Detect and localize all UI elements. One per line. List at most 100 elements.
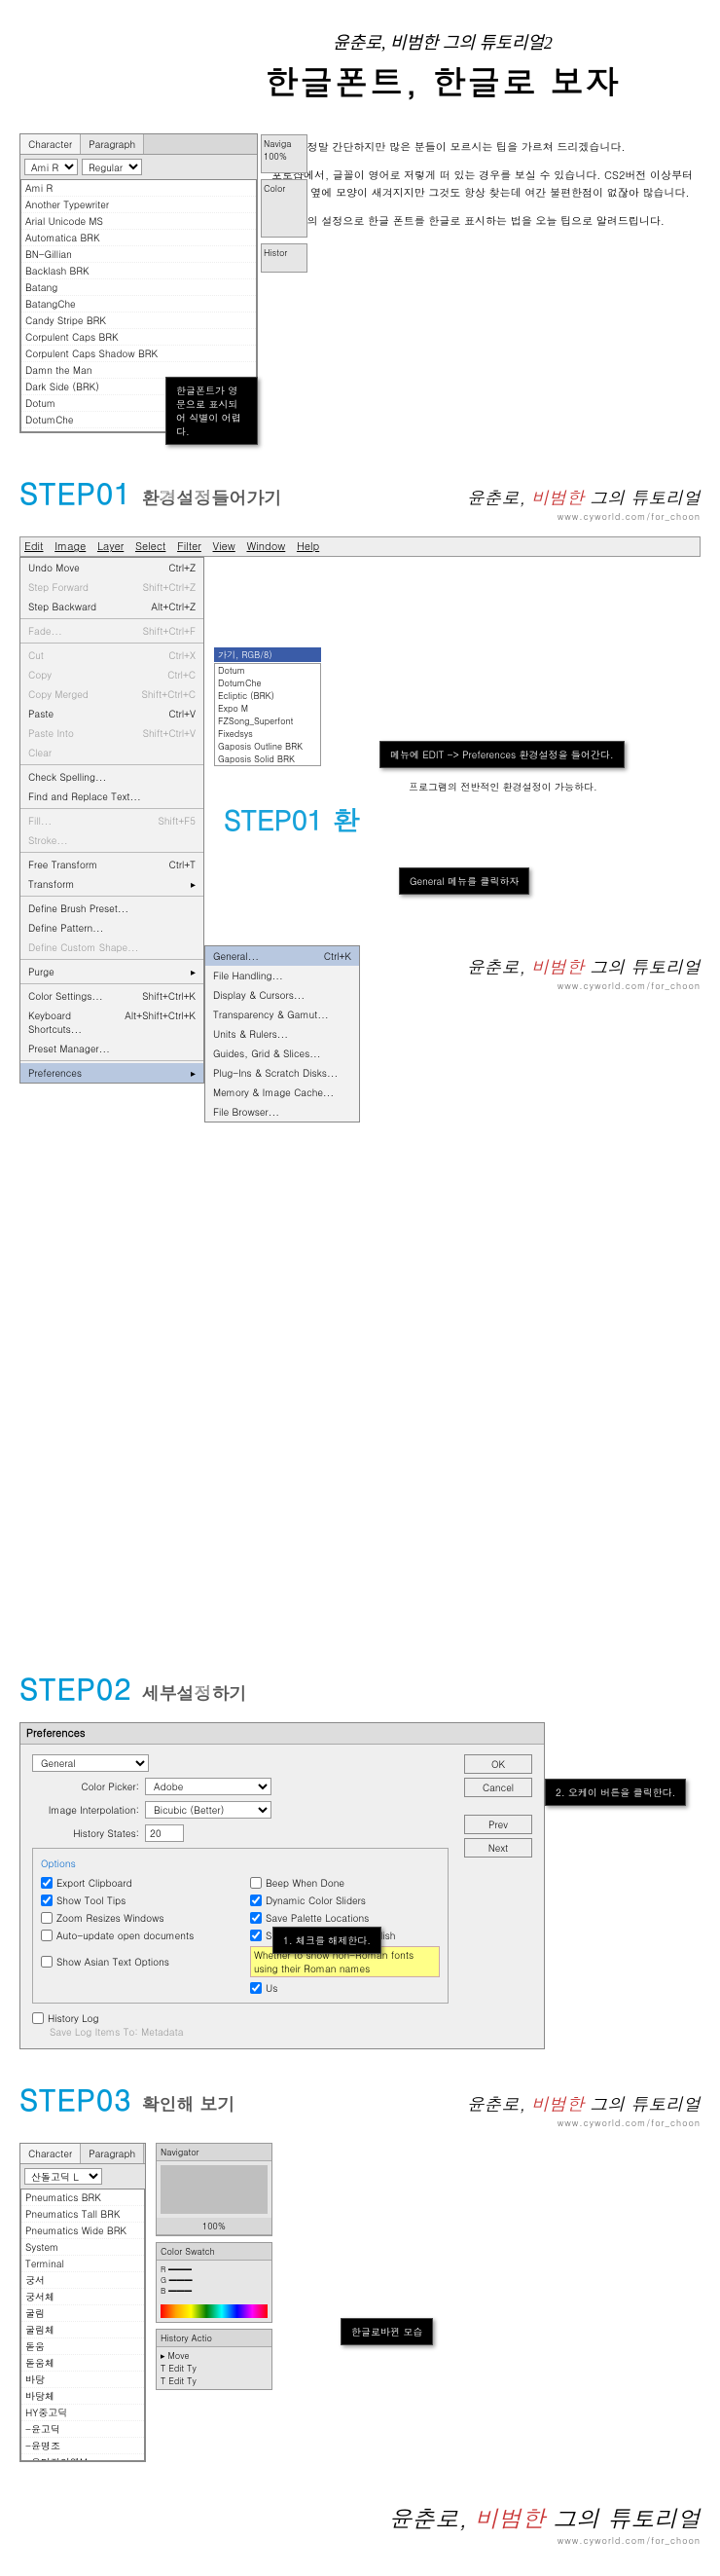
font-list-korean[interactable]: Pneumatics BRKPneumatics Tall BRKPneumat… (20, 2189, 145, 2461)
tab-paragraph[interactable]: Paragraph (81, 134, 144, 154)
font-item[interactable]: -윤디자인웹M (21, 2454, 144, 2461)
menu-select[interactable]: Select (135, 539, 165, 554)
font-item[interactable]: 돋움 (21, 2338, 144, 2355)
tab-character[interactable]: Character (20, 2144, 81, 2163)
preferences-dialog: Preferences General Color Picker: Adobe … (19, 1722, 545, 2049)
tiny-fontlist: DotumDotumCheEcliptic (BRK)Expo MFZSong_… (214, 663, 321, 766)
color-picker-select[interactable]: Adobe (145, 1778, 271, 1795)
font-item[interactable]: -윤명조 (21, 2438, 144, 2454)
submenu-item[interactable]: General...Ctrl+K (205, 946, 359, 966)
prev-button[interactable]: Prev (464, 1815, 532, 1834)
interp-select[interactable]: Bicubic (Better) (145, 1801, 271, 1819)
signature-url: www.cyworld.com/for_choon (466, 979, 701, 992)
callout-click-general: General 메뉴를 클릭하자 (399, 867, 529, 895)
font-item[interactable]: Corpulent Caps BRK (21, 329, 256, 346)
submenu-item[interactable]: Memory & Image Cache... (205, 1083, 359, 1102)
chk-export-clipboard[interactable] (41, 1877, 53, 1889)
next-button[interactable]: Next (464, 1838, 532, 1858)
font-item[interactable]: 궁서 (21, 2272, 144, 2289)
chk-font-english[interactable] (250, 1930, 262, 1941)
color-picker-label: Color Picker: (32, 1780, 139, 1793)
font-item[interactable]: Corpulent Caps Shadow BRK (21, 346, 256, 362)
submenu-item[interactable]: Transparency & Gamut... (205, 1005, 359, 1024)
font-item[interactable]: Automatica BRK (21, 230, 256, 246)
callout-click-ok: 2. 오케이 버튼을 클릭한다. (545, 1779, 686, 1806)
menu-item[interactable]: Preset Manager... (20, 1039, 203, 1058)
font-item[interactable]: Terminal (21, 2256, 144, 2272)
menu-view[interactable]: View (213, 539, 235, 554)
menu-item[interactable]: PasteCtrl+V (20, 704, 203, 723)
menu-item[interactable]: Purge▸ (20, 962, 203, 981)
chk-asian-text[interactable] (41, 1956, 53, 1968)
chk-save-palette[interactable] (250, 1912, 262, 1924)
menu-edit[interactable]: Edit (24, 539, 44, 554)
menu-window[interactable]: Window (246, 539, 285, 554)
menu-item[interactable]: Color Settings...Shift+Ctrl+K (20, 986, 203, 1006)
tab-character[interactable]: Character (20, 134, 81, 154)
font-item[interactable]: Ami R (21, 180, 256, 197)
font-item[interactable]: Candy Stripe BRK (21, 313, 256, 329)
menu-item[interactable]: Transform▸ (20, 874, 203, 894)
chk-tooltips[interactable] (41, 1895, 53, 1906)
history-states-input[interactable] (145, 1824, 184, 1842)
menu-help[interactable]: Help (297, 539, 319, 554)
submenu-item[interactable]: File Browser... (205, 1102, 359, 1122)
chk-zoom-resizes[interactable] (41, 1912, 53, 1924)
menu-item[interactable]: Step BackwardAlt+Ctrl+Z (20, 597, 203, 616)
weight-select[interactable]: Regular (82, 159, 142, 175)
font-item[interactable]: 돋움체 (21, 2355, 144, 2372)
chk-use[interactable] (250, 1982, 262, 1994)
menu-item[interactable]: Define Brush Preset... (20, 899, 203, 918)
font-item[interactable]: Pneumatics Wide BRK (21, 2223, 144, 2239)
font-item[interactable]: Another Typewriter (21, 197, 256, 213)
submenu-item[interactable]: Display & Cursors... (205, 985, 359, 1005)
tab-paragraph[interactable]: Paragraph (81, 2144, 144, 2163)
callout-english-fonts: 한글폰트가 영문으로 표시되어 식별이 어렵다. (165, 377, 258, 445)
font-item[interactable]: BN-Gillian (21, 246, 256, 263)
menu-item[interactable]: Check Spelling... (20, 767, 203, 787)
submenu-item[interactable]: Plug-Ins & Scratch Disks... (205, 1063, 359, 1083)
preferences-submenu[interactable]: General...Ctrl+KFile Handling...Display … (204, 945, 360, 1122)
chk-dynamic-sliders[interactable] (250, 1895, 262, 1906)
callout-uncheck: 1. 체크를 해제한다. (272, 1927, 381, 1954)
font-select-result[interactable]: 산돌고딕 L (24, 2168, 102, 2185)
chk-beep[interactable] (250, 1877, 262, 1889)
menu-item[interactable]: Free TransformCtrl+T (20, 855, 203, 874)
header-title: 한글폰트, 한글로 보자 (185, 56, 701, 104)
menu-item[interactable]: Find and Replace Text... (20, 787, 203, 806)
menu-item[interactable]: Undo MoveCtrl+Z (20, 558, 203, 577)
submenu-item[interactable]: File Handling... (205, 966, 359, 985)
menu-layer[interactable]: Layer (97, 539, 124, 554)
menu-item[interactable]: Keyboard Shortcuts...Alt+Shift+Ctrl+K (20, 1006, 203, 1039)
font-item[interactable]: System (21, 2239, 144, 2256)
menu-item: Step ForwardShift+Ctrl+Z (20, 577, 203, 597)
color-panel: Color Swatch R ▬▬▬G ▬▬▬B ▬▬▬ (156, 2242, 272, 2323)
prefs-section-select[interactable]: General (32, 1754, 149, 1772)
font-item[interactable]: Pneumatics Tall BRK (21, 2206, 144, 2223)
font-item[interactable]: Backlash BRK (21, 263, 256, 279)
chk-history-log[interactable] (32, 2012, 44, 2024)
font-item[interactable]: 굴림체 (21, 2322, 144, 2338)
submenu-item[interactable]: Guides, Grid & Slices... (205, 1044, 359, 1063)
font-select[interactable]: Ami R (24, 159, 78, 175)
font-item[interactable]: 굴림 (21, 2305, 144, 2322)
ok-button[interactable]: OK (464, 1754, 532, 1774)
submenu-item[interactable]: Units & Rulers... (205, 1024, 359, 1044)
menu-item[interactable]: Preferences▸ (20, 1063, 203, 1083)
font-item[interactable]: BatangChe (21, 296, 256, 313)
menu-image[interactable]: Image (54, 539, 86, 554)
font-item[interactable]: Batang (21, 279, 256, 296)
font-item[interactable]: HY중고딕 (21, 2405, 144, 2421)
font-item[interactable]: -윤고딕 (21, 2421, 144, 2438)
menu-item[interactable]: Define Pattern... (20, 918, 203, 938)
font-item[interactable]: Arial Unicode MS (21, 213, 256, 230)
menubar[interactable]: Edit Image Layer Select Filter View Wind… (19, 536, 701, 557)
font-item[interactable]: 바탕 (21, 2372, 144, 2388)
font-item[interactable]: 궁서체 (21, 2289, 144, 2305)
menu-filter[interactable]: Filter (177, 539, 201, 554)
cancel-button[interactable]: Cancel (464, 1778, 532, 1797)
chk-auto-update[interactable] (41, 1930, 53, 1941)
font-item[interactable]: Pneumatics BRK (21, 2190, 144, 2206)
font-item[interactable]: 바탕체 (21, 2388, 144, 2405)
edit-menu[interactable]: Undo MoveCtrl+ZStep ForwardShift+Ctrl+ZS… (19, 557, 204, 1084)
